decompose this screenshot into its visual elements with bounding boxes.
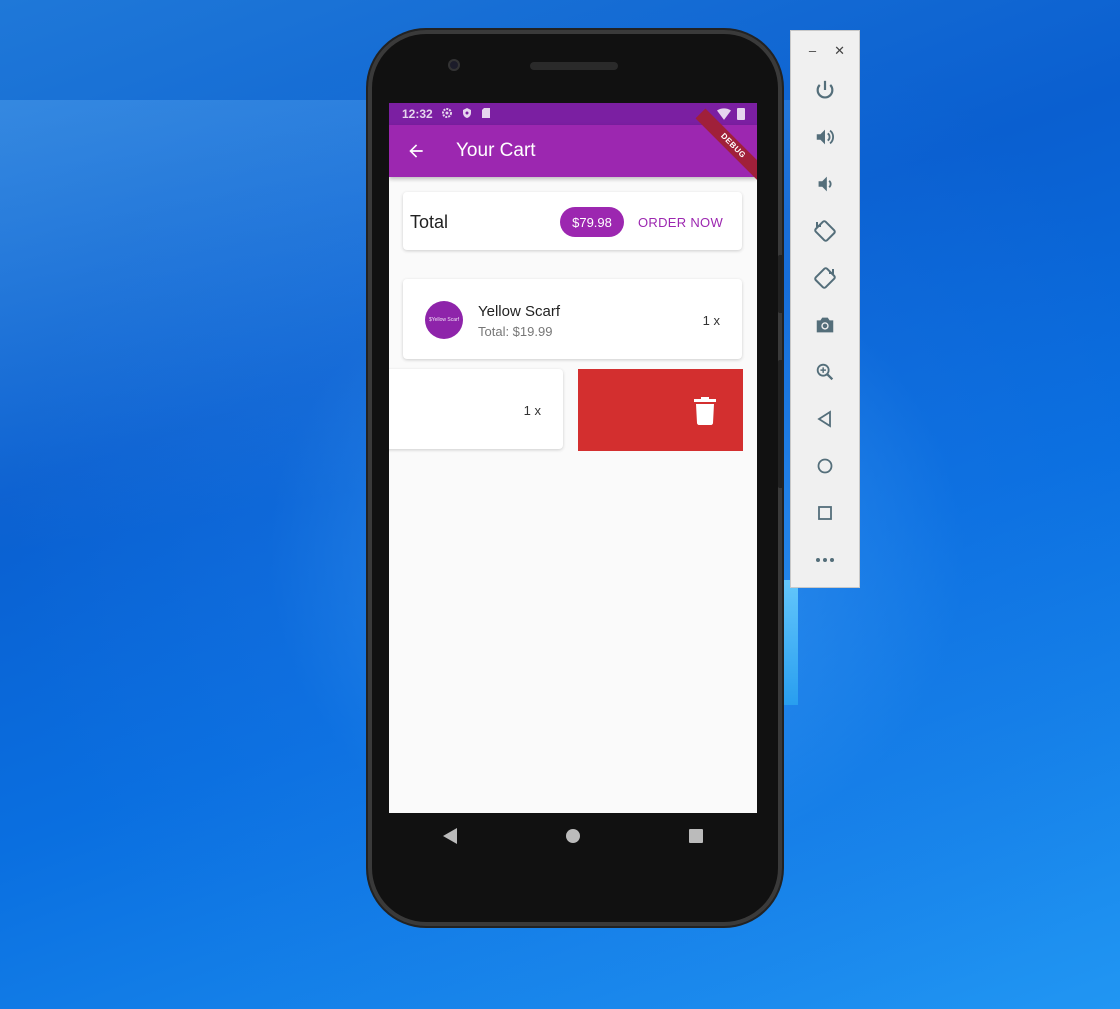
dismiss-delete-background	[578, 369, 743, 451]
back-icon	[817, 410, 831, 428]
power-button[interactable]	[810, 75, 840, 105]
volume-down-icon	[818, 176, 832, 192]
volume-down-button[interactable]	[810, 169, 840, 199]
item-avatar: $Yellow Scarf	[425, 301, 463, 339]
total-label: Total	[410, 212, 449, 232]
minimize-icon[interactable]: –	[809, 43, 816, 59]
android-nav-bar	[389, 813, 757, 859]
rotate-left-button[interactable]	[810, 216, 840, 246]
more-button[interactable]	[810, 545, 840, 575]
overview-icon	[818, 506, 832, 520]
item-title: Yellow Scarf	[478, 303, 560, 320]
cart-item-swiped[interactable]: 1 x	[389, 369, 563, 449]
nav-overview-button[interactable]	[676, 816, 716, 856]
status-time: 12:32	[402, 107, 433, 121]
nav-overview-icon	[688, 829, 703, 843]
home-button-toolbar[interactable]	[810, 451, 840, 481]
back-button-toolbar[interactable]	[810, 404, 840, 434]
earpiece-speaker	[530, 62, 618, 70]
overview-button-toolbar[interactable]	[810, 498, 840, 528]
zoom-button[interactable]	[810, 357, 840, 387]
camera-icon	[816, 317, 834, 333]
rotate-right-icon	[814, 267, 836, 289]
nav-back-button[interactable]	[430, 816, 470, 856]
cart-item[interactable]: $Yellow Scarf Yellow Scarf Total: $19.99…	[403, 279, 742, 359]
wifi-icon	[717, 107, 731, 123]
app-screen: 12:32 Your Cart DEBUG Total $79.98 ORDER…	[389, 103, 757, 813]
settings-icon	[441, 107, 453, 122]
item-quantity: 1 x	[702, 313, 720, 328]
close-icon[interactable]: ✕	[834, 43, 845, 59]
back-button[interactable]	[396, 131, 436, 171]
volume-up-icon	[816, 129, 834, 145]
emulator-toolbar: – ✕	[790, 30, 860, 588]
rotate-left-icon	[814, 220, 836, 242]
order-now-button[interactable]: ORDER NOW	[633, 207, 728, 237]
item-quantity: 1 x	[523, 403, 541, 418]
nav-back-icon	[443, 828, 458, 844]
app-bar: Your Cart DEBUG	[389, 108, 757, 184]
home-icon	[817, 458, 833, 474]
front-camera	[448, 59, 460, 71]
rotate-right-button[interactable]	[810, 263, 840, 293]
phone-volume-button[interactable]	[778, 360, 784, 488]
sd-card-icon	[481, 107, 491, 122]
more-icon	[816, 558, 834, 562]
zoom-icon	[816, 363, 834, 381]
volume-up-button[interactable]	[810, 122, 840, 152]
item-total: Total: $19.99	[478, 324, 553, 339]
nav-home-button[interactable]	[553, 816, 593, 856]
power-icon	[816, 80, 834, 99]
trash-icon[interactable]	[694, 397, 716, 425]
arrow-back-icon	[409, 144, 423, 158]
shield-icon	[461, 107, 473, 122]
total-card: Total $79.98 ORDER NOW	[403, 192, 742, 250]
phone-power-button[interactable]	[778, 255, 784, 313]
page-title: Your Cart	[456, 140, 536, 161]
nav-home-icon	[565, 829, 580, 843]
total-amount-chip: $79.98	[560, 207, 624, 237]
battery-icon	[737, 107, 745, 123]
screenshot-button[interactable]	[810, 310, 840, 340]
